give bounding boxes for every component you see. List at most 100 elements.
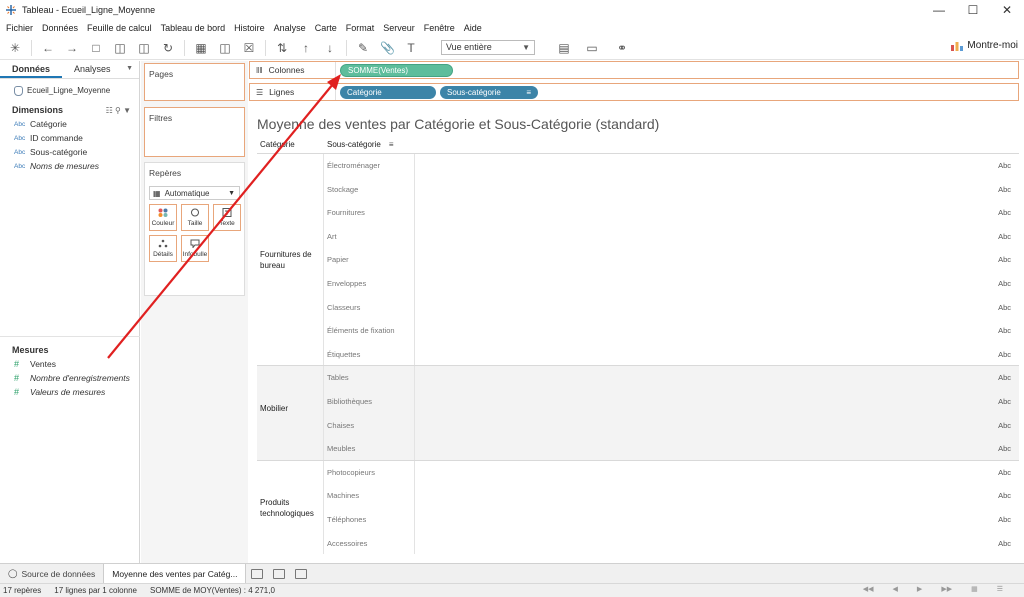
clear-sheet-icon[interactable]: ☒ [242, 41, 256, 55]
table-row[interactable]: Machines Abc [257, 484, 1019, 508]
last-page-icon[interactable]: ▶▶ [941, 585, 952, 593]
new-dashboard-icon[interactable] [273, 568, 286, 579]
grid-view-icon[interactable]: ▦ [971, 585, 978, 593]
sort-icon[interactable]: ≡ [389, 140, 394, 149]
group-icon[interactable]: 📎 [380, 41, 395, 55]
labels-icon[interactable]: T [404, 41, 418, 55]
tooltip-icon [190, 239, 200, 249]
menu-aide[interactable]: Aide [464, 23, 482, 33]
menu-feuille[interactable]: Feuille de calcul [87, 23, 152, 33]
tab-analyses[interactable]: Analyses [62, 61, 123, 78]
new-sheet-icon[interactable]: ▦ [194, 41, 208, 55]
table-row[interactable]: Chaises Abc [257, 414, 1019, 438]
datasource-item[interactable]: Ecueil_Ligne_Moyenne [0, 79, 139, 97]
search-icon[interactable]: ⚲ [115, 106, 121, 115]
field-id-commande[interactable]: Abc ID commande [0, 131, 139, 145]
table-row[interactable]: Classeurs Abc [257, 296, 1019, 320]
menu-analyse[interactable]: Analyse [274, 23, 306, 33]
mark-type-select[interactable]: ▦ Automatique ▼ [149, 186, 240, 200]
field-nombre-enregistrements[interactable]: # Nombre d'enregistrements [0, 371, 140, 385]
detail-button[interactable]: Détails [149, 235, 177, 262]
table-row[interactable]: Meubles Abc [257, 437, 1019, 461]
menu-tableau-de-bord[interactable]: Tableau de bord [161, 23, 226, 33]
table-row[interactable]: Téléphones Abc [257, 508, 1019, 532]
first-page-icon[interactable]: ◀◀ [863, 585, 874, 593]
menu-histoire[interactable]: Histoire [234, 23, 265, 33]
prev-page-icon[interactable]: ◀ [893, 585, 898, 593]
sheet-tab-bar: ◯ Source de données Moyenne des ventes pa… [0, 563, 1024, 584]
text-button[interactable]: Texte [213, 204, 241, 231]
pause-updates-icon[interactable]: ◫ [137, 41, 151, 55]
table-row[interactable]: Bibliothèques Abc [257, 390, 1019, 414]
minimize-button[interactable]: — [922, 0, 956, 20]
table-row[interactable]: Enveloppes Abc [257, 272, 1019, 296]
pages-card[interactable]: Pages [144, 63, 245, 101]
status-marks: 17 repères [3, 586, 42, 595]
columns-shelf[interactable]: ‖‖ Colonnes SOMME(Ventes) [249, 61, 1019, 79]
field-sous-categorie[interactable]: Abc Sous-catégorie [0, 145, 139, 159]
color-button[interactable]: Couleur [149, 204, 177, 231]
new-datasource-icon[interactable]: ◫ [113, 41, 127, 55]
tab-donnees[interactable]: Données [0, 61, 63, 78]
refresh-icon[interactable]: ↻ [161, 41, 175, 55]
tab-active-sheet[interactable]: Moyenne des ventes par Catég... [103, 563, 247, 584]
table-row[interactable]: Électroménager Abc [257, 154, 1019, 178]
pill-categorie[interactable]: Catégorie [340, 85, 436, 99]
table-row[interactable]: Accessoires Abc [257, 532, 1019, 556]
field-ventes[interactable]: # Ventes [0, 357, 140, 371]
table-row[interactable]: Tables Abc [257, 366, 1019, 390]
field-categorie[interactable]: Abc Catégorie [0, 117, 139, 131]
database-icon: ◯ [8, 568, 18, 578]
table-row[interactable]: Photocopieurs Abc [257, 461, 1019, 485]
undo-icon[interactable]: ← [41, 41, 55, 55]
tableau-home-icon[interactable]: ✳ [8, 41, 22, 55]
table-row[interactable]: Étiquettes Abc [257, 343, 1019, 367]
rows-shelf[interactable]: ☰ Lignes Catégorie Sous-catégorie ≡ [249, 83, 1019, 101]
menu-fichier[interactable]: Fichier [6, 23, 33, 33]
window-title: Tableau - Ecueil_Ligne_Moyenne [22, 5, 156, 15]
filters-card[interactable]: Filtres [144, 107, 245, 157]
view-list-icon[interactable]: ☷ [106, 106, 113, 115]
show-cards-icon[interactable]: ▤ [557, 41, 571, 55]
tooltip-button[interactable]: Infobulle [181, 235, 209, 262]
column-header-sous-categorie[interactable]: Sous-catégorie ≡ [327, 140, 393, 149]
save-icon[interactable]: □ [89, 41, 103, 55]
field-noms-de-mesures[interactable]: Abc Noms de mesures [0, 159, 139, 173]
next-page-icon[interactable]: ▶ [917, 585, 922, 593]
show-me-button[interactable]: Montre-moi [951, 40, 1018, 51]
chevron-down-icon[interactable]: ▼ [123, 106, 131, 115]
column-header-categorie[interactable]: Catégorie [260, 140, 295, 149]
close-button[interactable]: ✕ [990, 0, 1024, 20]
presentation-icon[interactable]: ▭ [585, 41, 599, 55]
category-block: Fournitures de bureau Électroménager Abc St… [257, 153, 1019, 367]
pill-somme-ventes[interactable]: SOMME(Ventes) [340, 63, 453, 77]
table-row[interactable]: Papier Abc [257, 248, 1019, 272]
sort-ascending-icon[interactable]: ↑ [299, 41, 313, 55]
share-icon[interactable]: ⚭ [615, 41, 629, 55]
table-row[interactable]: Stockage Abc [257, 178, 1019, 202]
menu-donnees[interactable]: Données [42, 23, 78, 33]
maximize-button[interactable]: ☐ [956, 0, 990, 20]
pill-sous-categorie[interactable]: Sous-catégorie ≡ [440, 85, 538, 99]
field-valeurs-de-mesures[interactable]: # Valeurs de mesures [0, 385, 140, 399]
highlight-icon[interactable]: ✎ [356, 41, 370, 55]
menu-carte[interactable]: Carte [315, 23, 337, 33]
chevron-down-icon[interactable]: ▼ [126, 65, 133, 78]
list-view-icon[interactable]: ☰ [997, 585, 1003, 593]
menu-fenetre[interactable]: Fenêtre [424, 23, 455, 33]
new-story-icon[interactable] [295, 568, 308, 579]
new-worksheet-icon[interactable] [251, 568, 264, 579]
size-button[interactable]: Taille [181, 204, 209, 231]
subcategory-label: Art [327, 231, 337, 241]
table-row[interactable]: Éléments de fixation Abc [257, 319, 1019, 343]
fit-select[interactable]: Vue entière ▼ [441, 40, 535, 55]
menu-serveur[interactable]: Serveur [383, 23, 415, 33]
sort-descending-icon[interactable]: ↓ [323, 41, 337, 55]
duplicate-sheet-icon[interactable]: ◫ [218, 41, 232, 55]
tab-datasource[interactable]: ◯ Source de données [0, 564, 103, 584]
redo-icon[interactable]: → [65, 41, 79, 55]
table-row[interactable]: Art Abc [257, 225, 1019, 249]
swap-icon[interactable]: ⇅ [275, 41, 289, 55]
menu-format[interactable]: Format [346, 23, 375, 33]
table-row[interactable]: Fournitures Abc [257, 201, 1019, 225]
